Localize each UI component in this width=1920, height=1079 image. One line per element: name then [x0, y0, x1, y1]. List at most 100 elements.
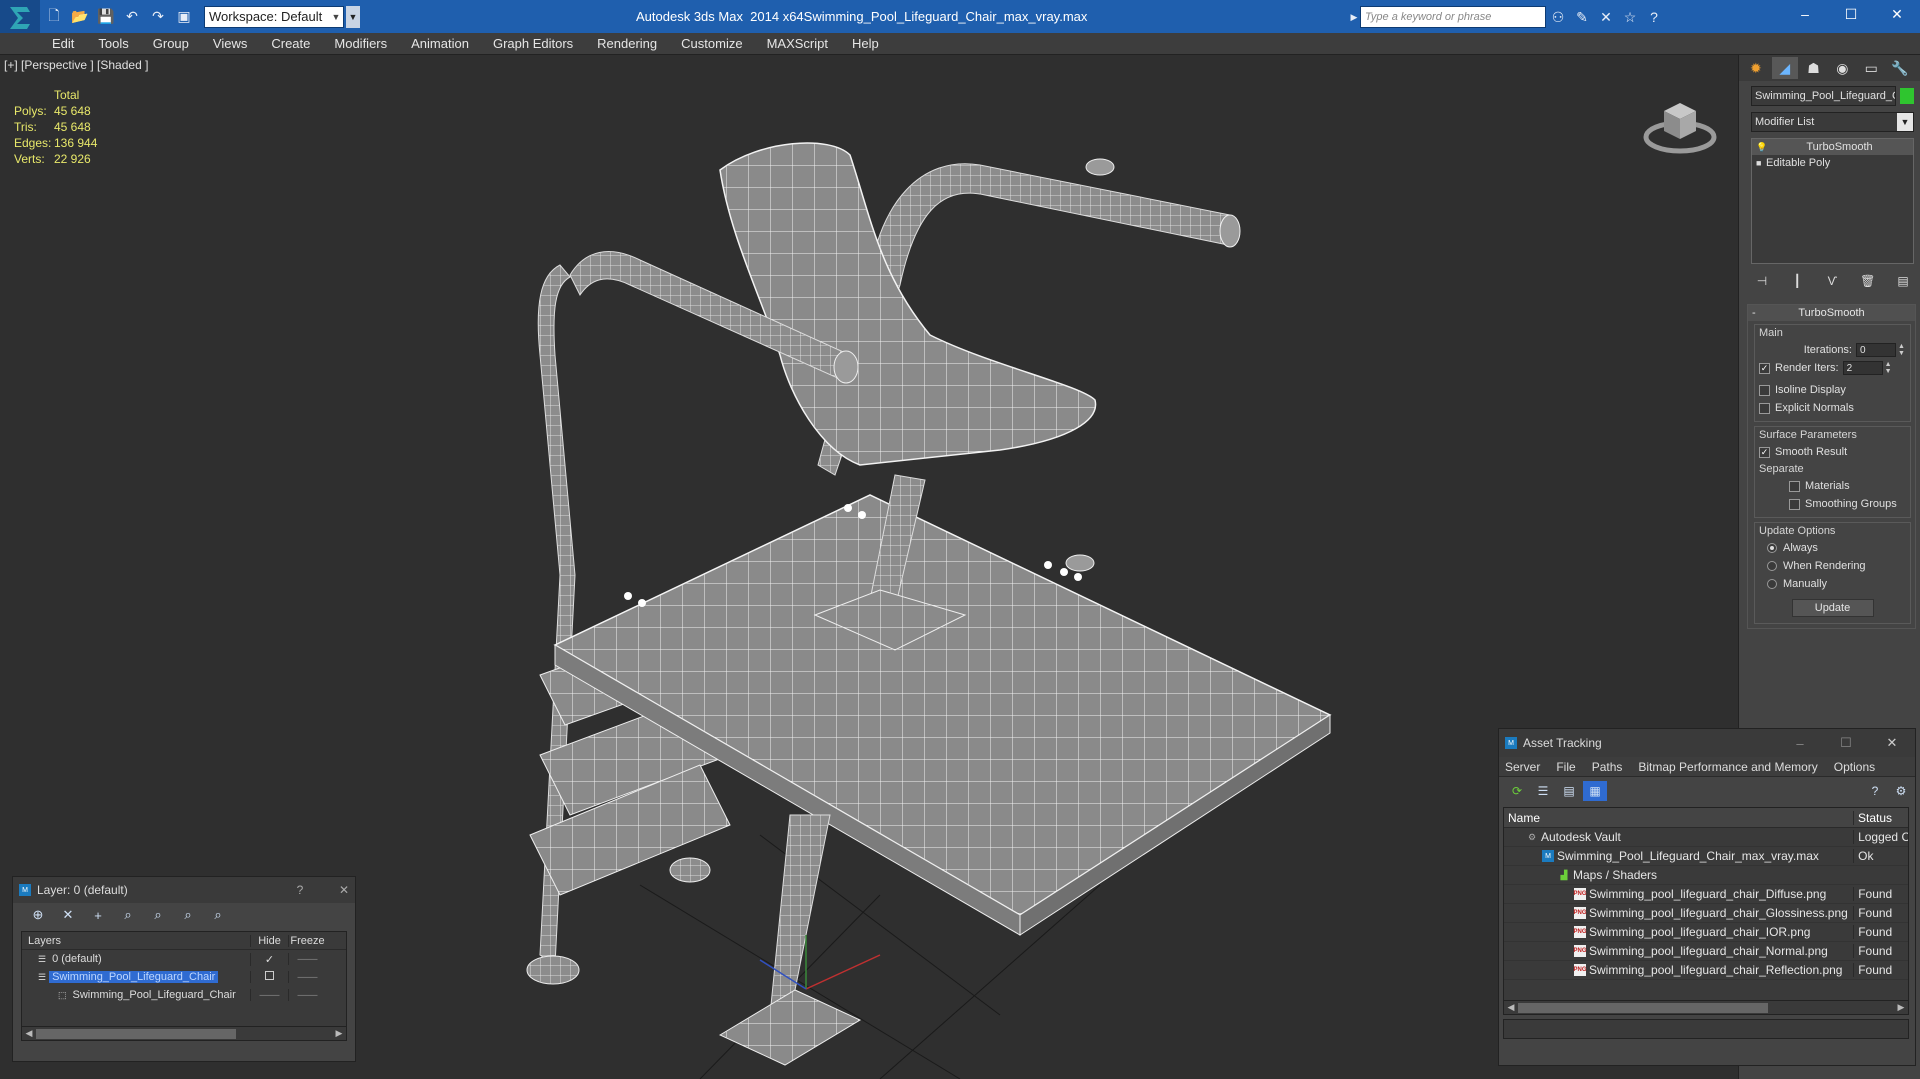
- settings-icon[interactable]: ⚙: [1889, 781, 1913, 801]
- detail-view-icon[interactable]: ▤: [1557, 781, 1581, 801]
- minimize-button[interactable]: –: [1782, 0, 1828, 28]
- col-layers[interactable]: Layers: [22, 935, 250, 947]
- select-objects-icon[interactable]: ⌕: [113, 905, 143, 925]
- asset-menu-bitmap-performance[interactable]: Bitmap Performance and Memory: [1638, 760, 1817, 774]
- layer-row-selected[interactable]: ☰ Swimming_Pool_Lifeguard_Chair ——: [22, 968, 346, 986]
- menu-customize[interactable]: Customize: [681, 36, 742, 51]
- expand-arrow-icon[interactable]: ▶: [1348, 6, 1360, 28]
- maximize-button[interactable]: ☐: [1823, 735, 1869, 751]
- refresh-icon[interactable]: ⟳: [1505, 781, 1529, 801]
- hide-toggle[interactable]: ——: [260, 990, 280, 1001]
- viewcube[interactable]: [1640, 85, 1720, 165]
- asset-row-texture[interactable]: PNG Swimming_pool_lifeguard_chair_Normal.…: [1504, 942, 1908, 961]
- help-icon[interactable]: ?: [1863, 781, 1887, 801]
- scrollbar-thumb[interactable]: [36, 1028, 236, 1039]
- viewport-label[interactable]: [+] [Perspective ] [Shaded ]: [4, 58, 148, 72]
- spinner-arrows-icon[interactable]: ▲ ▼: [1885, 361, 1893, 375]
- asset-row-vault[interactable]: ⚙ Autodesk Vault Logged C: [1504, 828, 1908, 847]
- list-view-icon[interactable]: ☰: [1531, 781, 1555, 801]
- menu-group[interactable]: Group: [153, 36, 189, 51]
- show-end-result-icon[interactable]: ┃: [1786, 272, 1808, 290]
- update-button[interactable]: Update: [1791, 599, 1874, 617]
- menu-create[interactable]: Create: [271, 36, 310, 51]
- freeze-toggle[interactable]: ——: [298, 990, 318, 1001]
- open-file-icon[interactable]: 📂: [68, 5, 92, 29]
- iterations-spinner[interactable]: 0: [1856, 343, 1896, 357]
- asset-dialog-titlebar[interactable]: M Asset Tracking – ☐ ✕: [1499, 729, 1915, 757]
- asset-menu-server[interactable]: Server: [1505, 760, 1540, 774]
- utilities-tab-icon[interactable]: 🔧: [1887, 57, 1913, 79]
- motion-tab-icon[interactable]: ◉: [1829, 57, 1855, 79]
- help-icon[interactable]: ?: [1642, 6, 1666, 28]
- isoline-checkbox[interactable]: [1759, 384, 1770, 396]
- menu-help[interactable]: Help: [852, 36, 879, 51]
- search-input[interactable]: Type a keyword or phrase: [1360, 6, 1546, 28]
- hide-all-icon[interactable]: ⌕: [173, 905, 203, 925]
- scrollbar-thumb[interactable]: [1518, 1002, 1768, 1013]
- project-folder-icon[interactable]: ▣: [172, 5, 196, 29]
- create-layer-icon[interactable]: ⊕: [23, 905, 53, 925]
- freeze-toggle[interactable]: ——: [298, 972, 318, 983]
- active-layer-check[interactable]: ✓: [250, 952, 288, 966]
- asset-row-maps-folder[interactable]: ▟ Maps / Shaders: [1504, 866, 1908, 885]
- binoculars-icon[interactable]: ⚇: [1546, 6, 1570, 28]
- remove-modifier-icon[interactable]: 🗑: [1857, 272, 1879, 290]
- app-logo-icon[interactable]: [0, 0, 40, 33]
- display-tab-icon[interactable]: ▭: [1858, 57, 1884, 79]
- close-button[interactable]: ✕: [1869, 735, 1915, 751]
- smoothing-groups-checkbox[interactable]: [1789, 498, 1800, 510]
- asset-row-max-file[interactable]: M Swimming_Pool_Lifeguard_Chair_max_vray.…: [1504, 847, 1908, 866]
- close-button[interactable]: ✕: [333, 883, 355, 897]
- redo-icon[interactable]: ↷: [146, 5, 170, 29]
- modifier-stack[interactable]: 💡 TurboSmooth ■ Editable Poly: [1751, 138, 1914, 264]
- smooth-result-checkbox[interactable]: ✓: [1759, 446, 1770, 458]
- close-button[interactable]: ✕: [1874, 0, 1920, 28]
- col-status[interactable]: Status: [1853, 810, 1908, 825]
- minimize-button[interactable]: –: [1777, 736, 1823, 751]
- configure-sets-icon[interactable]: ▤: [1892, 272, 1914, 290]
- menu-animation[interactable]: Animation: [411, 36, 469, 51]
- scroll-right-icon[interactable]: ▶: [1894, 1002, 1908, 1013]
- add-to-layer-icon[interactable]: +: [83, 905, 113, 925]
- asset-row-texture[interactable]: PNG Swimming_pool_lifeguard_chair_Reflect…: [1504, 961, 1908, 980]
- asset-menu-file[interactable]: File: [1556, 760, 1575, 774]
- subscription-icon[interactable]: ✎: [1570, 6, 1594, 28]
- delete-layer-icon[interactable]: ✕: [53, 905, 83, 925]
- when-rendering-radio[interactable]: [1767, 561, 1777, 571]
- spinner-arrows-icon[interactable]: ▲ ▼: [1898, 343, 1906, 357]
- menu-views[interactable]: Views: [213, 36, 247, 51]
- asset-row-texture[interactable]: PNG Swimming_pool_lifeguard_chair_Glossin…: [1504, 904, 1908, 923]
- menu-rendering[interactable]: Rendering: [597, 36, 657, 51]
- create-tab-icon[interactable]: ✹: [1743, 57, 1769, 79]
- asset-menu-paths[interactable]: Paths: [1592, 760, 1623, 774]
- materials-checkbox[interactable]: [1789, 480, 1800, 492]
- menu-tools[interactable]: Tools: [98, 36, 128, 51]
- menu-edit[interactable]: Edit: [52, 36, 74, 51]
- communication-icon[interactable]: ✕: [1594, 6, 1618, 28]
- rollout-header[interactable]: - TurboSmooth: [1748, 305, 1915, 321]
- help-button[interactable]: ?: [289, 883, 311, 897]
- freeze-all-icon[interactable]: ⌕: [203, 905, 233, 925]
- stack-item-turbosmooth[interactable]: 💡 TurboSmooth: [1752, 139, 1913, 155]
- active-layer-box[interactable]: [265, 971, 274, 980]
- menu-modifiers[interactable]: Modifiers: [334, 36, 387, 51]
- menu-graph-editors[interactable]: Graph Editors: [493, 36, 573, 51]
- make-unique-icon[interactable]: Ѵ: [1822, 272, 1844, 290]
- highlight-layer-icon[interactable]: ⌕: [143, 905, 173, 925]
- object-name-field[interactable]: Swimming_Pool_Lifeguard_Ch: [1751, 86, 1897, 106]
- scroll-left-icon[interactable]: ◀: [22, 1028, 36, 1039]
- object-row[interactable]: ⬚ Swimming_Pool_Lifeguard_Chair —— ——: [22, 986, 346, 1004]
- horizontal-scrollbar[interactable]: ◀ ▶: [1504, 1000, 1908, 1014]
- col-hide[interactable]: Hide: [250, 934, 288, 947]
- asset-menu-options[interactable]: Options: [1834, 760, 1875, 774]
- menu-maxscript[interactable]: MAXScript: [767, 36, 828, 51]
- render-iters-checkbox[interactable]: ✓: [1759, 362, 1770, 374]
- expand-plus-icon[interactable]: ■: [1756, 158, 1766, 168]
- freeze-toggle[interactable]: ——: [298, 954, 318, 965]
- asset-row-texture[interactable]: PNG Swimming_pool_lifeguard_chair_Diffuse…: [1504, 885, 1908, 904]
- scroll-left-icon[interactable]: ◀: [1504, 1002, 1518, 1013]
- modify-tab-icon[interactable]: ◢: [1771, 57, 1798, 79]
- undo-icon[interactable]: ↶: [120, 5, 144, 29]
- pin-stack-icon[interactable]: ⊣: [1751, 272, 1773, 290]
- light-bulb-icon[interactable]: 💡: [1756, 142, 1767, 153]
